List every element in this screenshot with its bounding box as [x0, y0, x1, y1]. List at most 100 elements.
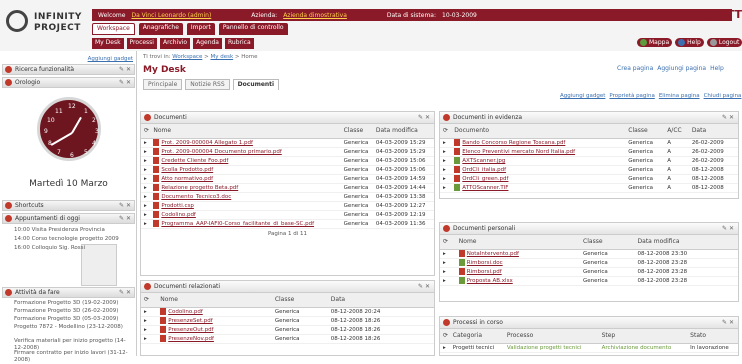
table-row[interactable]: ▸ NotaIntervento.pdf Generica 08-12-2008 23… [440, 249, 738, 259]
table-row[interactable]: ▸ OrdCli_green.pdf Generica A 08-12-2008 [440, 174, 738, 184]
col-step[interactable]: Step [598, 329, 688, 344]
tab-principale[interactable]: Principale [143, 79, 183, 90]
proc-processo[interactable]: Validazione progetti tecnici [503, 343, 599, 353]
col-classe[interactable]: Classe [625, 124, 665, 139]
gadget-ricerca-header[interactable]: Ricerca funzionalità ✎ ✕ [2, 64, 135, 75]
col-data[interactable]: Data [327, 293, 434, 308]
gadget-attivita-header[interactable]: Attività da fare ✎ ✕ [2, 287, 135, 298]
table-row[interactable]: ▸ Elenco Preventivi mercato Nord Italia.p… [440, 147, 738, 157]
tab-pannello[interactable]: Pannello di controllo [218, 23, 288, 35]
doc-name[interactable]: OrdCli_green.pdf [462, 176, 508, 182]
close-page-link[interactable]: Chiudi pagina [704, 93, 742, 99]
tab-documenti[interactable]: Documenti [232, 79, 280, 90]
doc-name[interactable]: Rimborsi.pdf [467, 269, 502, 275]
table-row[interactable]: ▸ PresenzeSet.pdf Generica 08-12-2008 18:26 [141, 316, 434, 326]
infinity-logo[interactable]: INFINITY PROJECT [6, 6, 88, 42]
edit-close-icon[interactable]: ✎ ✕ [119, 66, 131, 73]
edit-close-icon[interactable]: ✎ ✕ [119, 202, 131, 209]
subtab-processi[interactable]: Processi [126, 38, 157, 49]
subtab-archivio[interactable]: Archivio [159, 38, 191, 49]
table-row[interactable]: ▸ Codolino.pdf Generica 04-03-2009 12:19 [141, 210, 434, 220]
table-row[interactable]: ▸ Prot. 2009-000004 Documento primario.pd… [141, 147, 434, 157]
refresh-col[interactable]: ⟳ [440, 124, 452, 139]
proc-step[interactable]: Archiviazione documento [598, 343, 688, 353]
todo-item[interactable]: Firmare contratto per inizio lavori (31-… [14, 350, 134, 364]
table-row[interactable]: ▸ Progetti tecnici Validazione progetti te… [440, 343, 738, 353]
doc-name[interactable]: PresenzeSet.pdf [168, 318, 212, 324]
edit-close-icon[interactable]: ✎ ✕ [722, 319, 734, 326]
doc-name[interactable]: AXTScanner.jpg [462, 158, 505, 164]
table-row[interactable]: ▸ Prodotti.csp Generica 04-03-2009 12:27 [141, 201, 434, 211]
doc-name[interactable]: Prot. 2009-000004 Documento primario.pdf [161, 149, 281, 155]
refresh-col[interactable]: ⟳ [440, 235, 456, 250]
col-data[interactable]: Data modifica [372, 124, 434, 139]
col-documento[interactable]: Documento [451, 124, 626, 139]
doc-name[interactable]: Bando Concorso Regione Toscana.pdf [462, 140, 565, 146]
col-nome[interactable]: Nome [150, 124, 341, 139]
doc-name[interactable]: Rimborsi.doc [467, 260, 503, 266]
breadcrumb-mydesk[interactable]: My desk [210, 54, 233, 60]
doc-name[interactable]: Prodotti.csp [161, 203, 194, 209]
doc-name[interactable]: Relazione progetto Beta.pdf [161, 185, 238, 191]
create-page-button[interactable]: Crea pagina [617, 65, 653, 72]
help-button[interactable]: Help [675, 38, 704, 47]
col-nome[interactable]: Nome [455, 235, 581, 250]
add-page-button[interactable]: Aggiungi pagina [657, 65, 706, 72]
gadget-appuntamenti-header[interactable]: Appuntamenti di oggi ✎ ✕ [2, 213, 135, 224]
todo-item[interactable]: Formazione Progetto 3D (05-03-2009) [14, 316, 134, 323]
gadget-shortcuts-header[interactable]: Shortcuts ✎ ✕ [2, 200, 135, 211]
edit-close-icon[interactable]: ✎ ✕ [119, 289, 131, 296]
doc-name[interactable]: PresenzeOut.pdf [168, 327, 213, 333]
appointment-item[interactable]: 14:00 Corso tecnologie progetto 2009 [14, 236, 119, 242]
logout-button[interactable]: Logout [706, 38, 742, 47]
table-row[interactable]: ▸ Rimborsi.doc Generica 08-12-2008 23:28 [440, 258, 738, 268]
col-nome[interactable]: Nome [157, 293, 272, 308]
refresh-col[interactable]: ⟳ [141, 293, 158, 308]
pager[interactable]: Pagina 1 di 11 [141, 229, 434, 239]
doc-name[interactable]: Codolino.pdf [161, 212, 196, 218]
table-row[interactable]: ▸ Relazione progetto Beta.pdf Generica 04-0… [141, 183, 434, 193]
edit-close-icon[interactable]: ✎ ✕ [722, 225, 734, 232]
mappa-button[interactable]: Mappa [637, 38, 673, 47]
gadget-orologio-header[interactable]: Orologio ✎ ✕ [2, 77, 135, 88]
doc-name[interactable]: Credette Cliente Foo.pdf [161, 158, 228, 164]
edit-close-icon[interactable]: ✎ ✕ [722, 114, 734, 121]
appointment-item[interactable]: 16:00 Colloquio Sig. Rossi [14, 245, 85, 251]
col-categoria[interactable]: Categoria [449, 329, 504, 344]
col-classe[interactable]: Classe [580, 235, 635, 250]
subtab-agenda[interactable]: Agenda [193, 38, 222, 49]
page-properties-link[interactable]: Proprietà pagina [609, 93, 654, 99]
col-stato[interactable]: Stato [687, 329, 738, 344]
col-classe[interactable]: Classe [271, 293, 328, 308]
doc-name[interactable]: PresenzeNov.pdf [168, 336, 214, 342]
table-row[interactable]: ▸ Credette Cliente Foo.pdf Generica 04-03-2… [141, 156, 434, 166]
add-gadget-link[interactable]: Aggiungi gadget [0, 56, 137, 62]
table-row[interactable]: ▸ Prot. 2009-000004 Allegato 1.pdf Generic… [141, 138, 434, 148]
todo-item[interactable]: Progetto 7872 - Modellino (23-12-2008) [14, 324, 134, 331]
table-row[interactable]: ▸ Scolla Prodotto.pdf Generica 04-03-2009 1… [141, 165, 434, 175]
todo-item[interactable]: Formazione Progetto 3D (19-02-2009) [14, 300, 134, 307]
user-link[interactable]: Da Vinci Leonardo (admin) [131, 12, 211, 19]
table-row[interactable]: ▸ Documento_Tecnico3.doc Generica 04-03-200… [141, 192, 434, 202]
table-row[interactable]: ▸ Rimborsi.pdf Generica 08-12-2008 23:28 [440, 267, 738, 277]
delete-page-link[interactable]: Elimina pagina [659, 93, 700, 99]
table-row[interactable]: ▸ PresenzeOut.pdf Generica 08-12-2008 18:26 [141, 325, 434, 335]
doc-name[interactable]: Programma_AAP-IAFI0-Corso_facilitante_di… [161, 221, 314, 227]
doc-name[interactable]: Codolino.pdf [168, 309, 203, 315]
col-data[interactable]: Data modifica [634, 235, 738, 250]
subtab-mydesk[interactable]: My Desk [92, 38, 124, 49]
azienda-link[interactable]: Azienda dimostrativa [283, 12, 347, 19]
refresh-col[interactable]: ⟳ [141, 124, 151, 139]
col-data[interactable]: Data [688, 124, 738, 139]
add-gadget-page-link[interactable]: Aggiungi gadget [560, 93, 605, 99]
doc-name[interactable]: Elenco Preventivi mercato Nord Italia.pd… [462, 149, 575, 155]
table-row[interactable]: ▸ Proposta AB.xlsx Generica 08-12-2008 23:2… [440, 276, 738, 286]
edit-close-icon[interactable]: ✎ ✕ [418, 114, 430, 121]
col-classe[interactable]: Classe [340, 124, 373, 139]
breadcrumb-workspace[interactable]: Workspace [172, 54, 202, 60]
doc-name[interactable]: NotaIntervento.pdf [467, 251, 519, 257]
tab-anagrafiche[interactable]: Anagrafiche [138, 23, 183, 35]
doc-name[interactable]: Documento_Tecnico3.doc [161, 194, 231, 200]
doc-name[interactable]: OrdCli_italia.pdf [462, 167, 506, 173]
tab-notizie-rss[interactable]: Notizie RSS [185, 79, 230, 90]
